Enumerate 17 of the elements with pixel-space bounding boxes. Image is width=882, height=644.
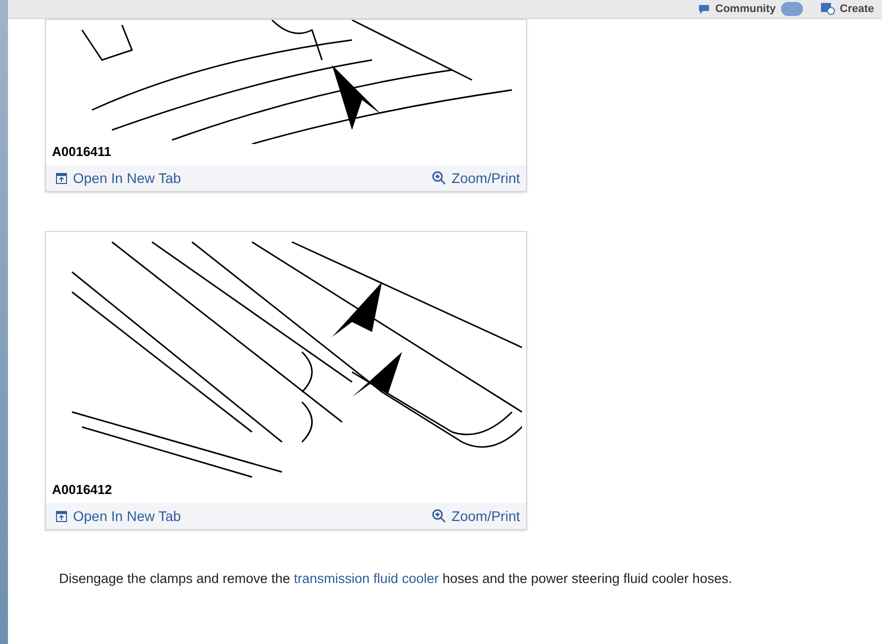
chat-icon bbox=[698, 4, 710, 14]
figure-caption: A0016411 bbox=[52, 144, 112, 159]
add-icon bbox=[820, 3, 835, 15]
new-tab-icon bbox=[56, 510, 67, 522]
instruction-paragraph: Disengage the clamps and remove the transmission fluid cooler hoses and the power steering fluid cooler hoses. bbox=[58, 571, 734, 586]
figure-caption: A0016412 bbox=[52, 482, 113, 497]
zoom-in-icon bbox=[432, 509, 446, 523]
zoom-in-icon bbox=[432, 171, 446, 185]
open-in-new-tab-link[interactable]: Open In New Tab bbox=[56, 508, 181, 524]
open-in-new-tab-link[interactable]: Open In New Tab bbox=[56, 170, 181, 186]
avatar-badge bbox=[780, 2, 803, 16]
zoom-print-link[interactable]: Zoom/Print bbox=[432, 508, 520, 524]
zoom-print-link[interactable]: Zoom/Print bbox=[432, 170, 520, 186]
community-link[interactable]: Community bbox=[715, 3, 776, 15]
new-tab-icon bbox=[56, 172, 67, 184]
create-link[interactable]: Create bbox=[840, 3, 874, 15]
glossary-link[interactable]: transmission fluid cooler bbox=[294, 571, 439, 586]
